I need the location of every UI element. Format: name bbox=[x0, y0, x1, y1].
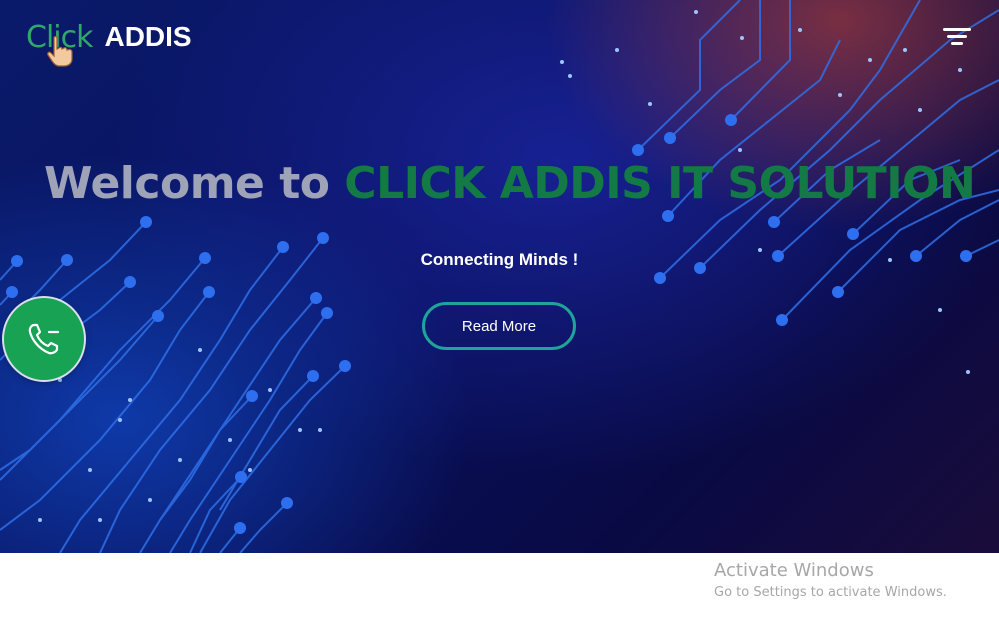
spark-dot bbox=[178, 458, 182, 462]
circuit-trace bbox=[219, 375, 314, 511]
circuit-trace bbox=[239, 502, 288, 553]
spark-dot bbox=[838, 93, 842, 97]
circuit-node bbox=[310, 292, 322, 304]
circuit-trace bbox=[169, 312, 328, 553]
call-button[interactable] bbox=[4, 298, 84, 380]
circuit-trace bbox=[159, 395, 253, 521]
spark-dot bbox=[938, 308, 942, 312]
spark-dot bbox=[148, 498, 152, 502]
circuit-node bbox=[307, 370, 319, 382]
circuit-trace bbox=[637, 0, 741, 151]
circuit-node bbox=[654, 272, 666, 284]
circuit-node bbox=[234, 522, 246, 534]
spark-dot bbox=[615, 48, 619, 52]
spark-dot bbox=[958, 68, 962, 72]
spark-dot bbox=[118, 418, 122, 422]
spark-dot bbox=[798, 28, 802, 32]
spark-dot bbox=[868, 58, 872, 62]
spark-dot bbox=[560, 60, 564, 64]
menu-line-bottom bbox=[951, 42, 963, 45]
spark-dot bbox=[128, 398, 132, 402]
circuit-node bbox=[664, 132, 676, 144]
read-more-button[interactable]: Read More bbox=[422, 302, 576, 350]
circuit-background bbox=[0, 0, 999, 553]
spark-dot bbox=[38, 518, 42, 522]
watermark-title: Activate Windows bbox=[714, 560, 874, 581]
spark-dot bbox=[738, 148, 742, 152]
circuit-node bbox=[632, 144, 644, 156]
spark-dot bbox=[228, 438, 232, 442]
site-logo[interactable]: Click ADDIS bbox=[26, 12, 192, 67]
circuit-node bbox=[124, 276, 136, 288]
circuit-node bbox=[339, 360, 351, 372]
circuit-node bbox=[203, 286, 215, 298]
circuit-node bbox=[725, 114, 737, 126]
menu-toggle-button[interactable] bbox=[940, 24, 974, 52]
spark-dot bbox=[966, 370, 970, 374]
circuit-node bbox=[140, 216, 152, 228]
circuit-trace bbox=[669, 0, 761, 139]
circuit-node bbox=[847, 228, 859, 240]
heading-brand-text: CLICK ADDIS IT SOLUTION bbox=[344, 158, 976, 209]
spark-dot bbox=[248, 468, 252, 472]
spark-dot bbox=[918, 108, 922, 112]
circuit-node bbox=[6, 286, 18, 298]
hero-heading: Welcome to CLICK ADDIS IT SOLUTION bbox=[44, 158, 984, 209]
circuit-node bbox=[235, 471, 247, 483]
hero-section: Click ADDIS Welcome to CLICK ADDIS IT SO… bbox=[0, 0, 999, 553]
circuit-node bbox=[662, 210, 674, 222]
circuit-node bbox=[321, 307, 333, 319]
spark-dot bbox=[268, 388, 272, 392]
spark-dot bbox=[740, 36, 744, 40]
spark-dot bbox=[98, 518, 102, 522]
circuit-node bbox=[281, 497, 293, 509]
logo-addis-text: ADDIS bbox=[104, 21, 192, 52]
menu-line-middle bbox=[947, 35, 967, 38]
spark-dot bbox=[318, 428, 322, 432]
spark-dot bbox=[903, 48, 907, 52]
hero-tagline: Connecting Minds ! bbox=[420, 250, 579, 269]
spark-dot bbox=[298, 428, 302, 432]
circuit-node bbox=[246, 390, 258, 402]
phone-icon bbox=[28, 323, 60, 355]
spark-dot bbox=[88, 468, 92, 472]
spark-dot bbox=[198, 348, 202, 352]
circuit-node bbox=[317, 232, 329, 244]
spark-dot bbox=[58, 378, 62, 382]
heading-welcome-text: Welcome to bbox=[44, 158, 330, 209]
spark-dot bbox=[648, 102, 652, 106]
spark-dot bbox=[694, 10, 698, 14]
circuit-node bbox=[832, 286, 844, 298]
circuit-node bbox=[776, 314, 788, 326]
watermark-subtitle: Go to Settings to activate Windows. bbox=[714, 585, 947, 600]
spark-dot bbox=[568, 74, 572, 78]
menu-line-top bbox=[943, 28, 971, 31]
pointer-hand-icon bbox=[47, 35, 73, 67]
circuit-node bbox=[768, 216, 780, 228]
windows-activation-watermark: Activate Windows Go to Settings to activ… bbox=[714, 560, 947, 604]
circuit-node bbox=[152, 310, 164, 322]
